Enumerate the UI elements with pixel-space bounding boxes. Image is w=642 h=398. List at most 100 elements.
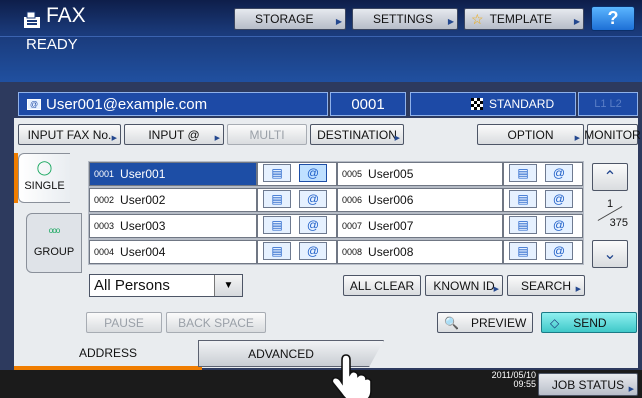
- line-indicator: L1 L2: [578, 92, 638, 116]
- chevron-right-icon: ▶: [574, 135, 580, 142]
- email-icon[interactable]: @: [545, 216, 573, 234]
- job-status-button[interactable]: JOB STATUS ▶: [538, 373, 638, 396]
- preview-icon: 🔍: [444, 315, 459, 330]
- dropdown-arrow-icon: ▼: [214, 275, 242, 296]
- input-at-button[interactable]: INPUT @ ▶: [124, 124, 224, 145]
- multi-button[interactable]: MULTI: [227, 124, 307, 145]
- preview-button[interactable]: 🔍 PREVIEW: [437, 312, 533, 333]
- input-fax-label: INPUT FAX No.: [27, 127, 112, 142]
- entry-number: 0003: [94, 221, 115, 231]
- entry-name: User006: [368, 193, 414, 207]
- tab-group[interactable]: ᵒᵒᵒ GROUP: [26, 213, 82, 273]
- entry-name: User005: [368, 167, 414, 181]
- machine-status: READY: [26, 36, 78, 53]
- tab-single[interactable]: ◯ SINGLE: [18, 153, 70, 203]
- tab-single-label: SINGLE: [24, 180, 65, 192]
- fax-icon[interactable]: ▤: [509, 216, 537, 234]
- chevron-up-icon: ⌃: [603, 169, 617, 186]
- email-icon[interactable]: @: [299, 242, 327, 260]
- multi-label: MULTI: [249, 127, 285, 142]
- counter-value: 0001: [351, 95, 385, 113]
- email-icon: @: [27, 98, 41, 110]
- input-fax-button[interactable]: INPUT FAX No. ▶: [18, 124, 121, 145]
- filter-selected: All Persons: [94, 277, 170, 294]
- preview-label: PREVIEW: [470, 315, 527, 330]
- entry-number: 0002: [94, 195, 115, 205]
- fax-icon[interactable]: ▤: [263, 164, 291, 182]
- chevron-right-icon: ▶: [111, 135, 117, 142]
- pause-button[interactable]: PAUSE: [86, 312, 162, 333]
- user-email: User001@example.com: [46, 95, 208, 113]
- hand-pointer-icon: [331, 354, 372, 398]
- person-icon: ◯: [36, 159, 53, 175]
- template-label: TEMPLATE: [489, 12, 553, 26]
- header-divider: [0, 36, 642, 37]
- back-space-button[interactable]: BACK SPACE: [166, 312, 266, 333]
- page-down-button[interactable]: ⌄: [592, 240, 628, 268]
- entry-name: User007: [368, 219, 414, 233]
- user-email-bar: @ User001@example.com: [18, 92, 328, 116]
- chevron-right-icon: ▶: [447, 17, 454, 26]
- checker-icon: [471, 98, 483, 110]
- settings-label: SETTINGS: [373, 12, 434, 26]
- entry-name: User008: [368, 245, 414, 259]
- address-entry-0001[interactable]: 0001 User001: [89, 162, 257, 186]
- filter-select[interactable]: All Persons ▼: [89, 274, 243, 297]
- address-entry-0007[interactable]: 0007 User007: [337, 214, 503, 238]
- time-label: 09:55: [513, 379, 536, 389]
- fax-icon[interactable]: ▤: [263, 242, 291, 260]
- all-clear-button[interactable]: ALL CLEAR: [343, 275, 421, 296]
- address-entry-0008[interactable]: 0008 User008: [337, 240, 503, 264]
- address-entry-0002[interactable]: 0002 User002: [89, 188, 257, 212]
- address-entry-0006[interactable]: 0006 User006: [337, 188, 503, 212]
- back-space-label: BACK SPACE: [178, 315, 254, 330]
- resolution-label: STANDARD: [489, 97, 555, 111]
- template-button[interactable]: ☆ TEMPLATE ▶: [464, 8, 584, 30]
- address-entry-0005[interactable]: 0005 User005: [337, 162, 503, 186]
- known-id-button[interactable]: KNOWN ID ▶: [425, 275, 503, 296]
- counter-box: 0001: [330, 92, 406, 116]
- entry-number: 0004: [94, 247, 115, 257]
- input-at-label: INPUT @: [148, 127, 200, 142]
- settings-button[interactable]: SETTINGS ▶: [352, 8, 458, 30]
- help-button[interactable]: ?: [591, 6, 635, 31]
- send-icon: ◇: [550, 315, 560, 330]
- entry-number: 0001: [94, 169, 115, 179]
- job-status-label: JOB STATUS: [551, 377, 625, 392]
- address-entry-0003[interactable]: 0003 User003: [89, 214, 257, 238]
- destination-button[interactable]: DESTINATION ▶: [310, 124, 404, 145]
- monitor-label: MONITOR: [584, 127, 641, 142]
- chevron-right-icon: ▶: [394, 135, 400, 142]
- fax-icon[interactable]: ▤: [263, 190, 291, 208]
- storage-button[interactable]: STORAGE ▶: [234, 8, 346, 30]
- email-icon[interactable]: @: [545, 242, 573, 260]
- entry-name: User003: [120, 219, 166, 233]
- chevron-down-icon: ⌄: [603, 246, 617, 263]
- address-entry-0004[interactable]: 0004 User004: [89, 240, 257, 264]
- fax-icon[interactable]: ▤: [509, 242, 537, 260]
- fax-icon[interactable]: ▤: [263, 216, 291, 234]
- destination-label: DESTINATION: [317, 127, 397, 142]
- tab-address[interactable]: ADDRESS: [14, 340, 202, 370]
- chevron-right-icon: ▶: [628, 386, 634, 393]
- pause-label: PAUSE: [104, 315, 144, 330]
- star-icon: ☆: [471, 10, 484, 27]
- option-label: OPTION: [507, 127, 554, 142]
- chevron-right-icon: ▶: [575, 286, 581, 293]
- send-button[interactable]: ◇ SEND: [541, 312, 637, 333]
- page-up-button[interactable]: ⌃: [592, 163, 628, 191]
- search-label: SEARCH: [520, 278, 571, 293]
- entry-name: User001: [120, 167, 166, 181]
- email-icon[interactable]: @: [299, 164, 327, 182]
- fax-icon[interactable]: ▤: [509, 190, 537, 208]
- option-button[interactable]: OPTION ▶: [477, 124, 584, 145]
- email-icon[interactable]: @: [545, 190, 573, 208]
- email-icon[interactable]: @: [299, 216, 327, 234]
- app-title: FAX: [46, 4, 86, 27]
- monitor-button[interactable]: MONITOR: [584, 124, 641, 145]
- email-icon[interactable]: @: [299, 190, 327, 208]
- fax-icon[interactable]: ▤: [509, 164, 537, 182]
- resolution-box: STANDARD: [410, 92, 576, 116]
- email-icon[interactable]: @: [545, 164, 573, 182]
- search-button[interactable]: SEARCH ▶: [507, 275, 585, 296]
